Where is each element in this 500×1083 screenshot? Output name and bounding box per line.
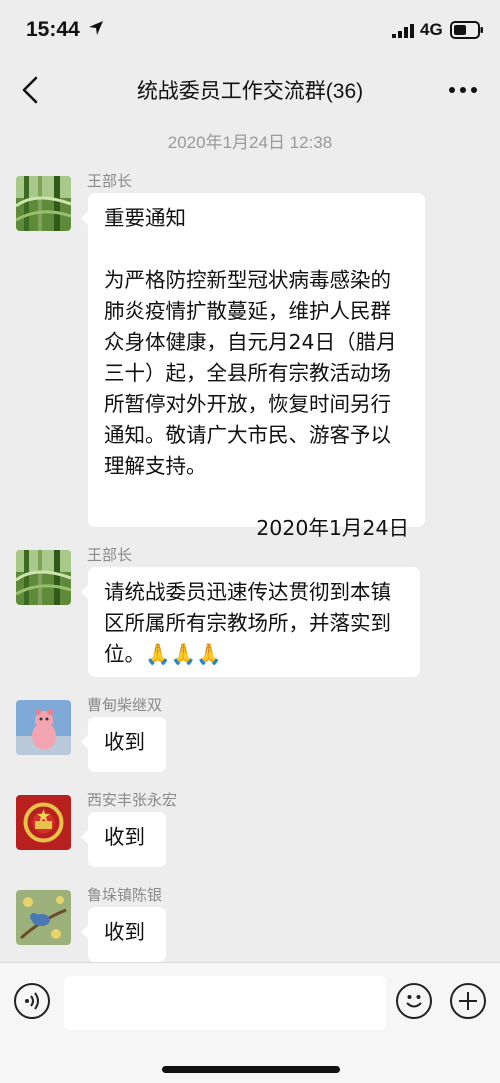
sender-name: 曹甸柴继双 [87,697,163,714]
message-bubble[interactable]: 收到 [81,717,166,772]
sender-name: 王部长 [87,547,133,564]
notice-title: 重要通知 [104,206,186,230]
bamboo-avatar-icon[interactable] [16,176,71,231]
add-button[interactable] [450,983,486,1019]
cellular-signal-icon [392,24,414,38]
notice-body: 为严格防控新型冠状病毒感染的肺炎疫情扩散蔓延，维护人民群众身体健康，自元月24日… [104,268,397,478]
bamboo-avatar-icon[interactable] [16,550,71,605]
message-text: 收到 [104,825,145,849]
network-type: 4G [420,20,443,39]
location-arrow-icon [89,21,103,35]
message-text: 请统战委员迅速传达贯彻到本镇区所属所有宗教场所，并落实到位。🙏🙏🙏 [104,580,391,666]
voice-button[interactable] [14,983,50,1019]
emblem-avatar-icon[interactable] [16,795,71,850]
message-bubble[interactable]: 收到 [81,812,166,867]
message-bubble[interactable]: 请统战委员迅速传达贯彻到本镇区所属所有宗教场所，并落实到位。🙏🙏🙏 [81,567,420,677]
message-bubble[interactable]: 重要通知 为严格防控新型冠状病毒感染的肺炎疫情扩散蔓延，维护人民群众身体健康，自… [81,193,425,540]
notice-date: 2020年1月24日 [256,516,409,540]
message-input[interactable] [64,976,386,1030]
message-timestamp: 2020年1月24日 12:38 [167,133,333,152]
more-options-icon[interactable] [446,84,480,96]
plus-icon [459,992,477,1010]
nav-bar: 统战委员工作交流群(36) [0,62,500,118]
sender-name: 西安丰张永宏 [87,792,178,809]
input-bar [0,962,500,1083]
status-time: 15:44 [26,18,80,41]
message-text: 收到 [104,730,145,754]
status-bar: 15:44 4G [0,0,500,62]
chat-title: 统战委员工作交流群(36) [136,80,364,103]
pink-toy-avatar-icon[interactable] [16,700,71,755]
sender-name: 王部长 [87,173,133,190]
smiley-icon [406,995,422,1008]
message-text: 收到 [104,920,145,944]
message-bubble[interactable]: 收到 [81,907,166,962]
home-indicator[interactable] [162,1066,340,1073]
bird-avatar-icon[interactable] [16,890,71,945]
battery-icon [450,21,483,39]
voice-icon [25,992,39,1010]
sender-name: 鲁垛镇陈银 [87,887,163,904]
emoji-button[interactable] [396,983,432,1019]
